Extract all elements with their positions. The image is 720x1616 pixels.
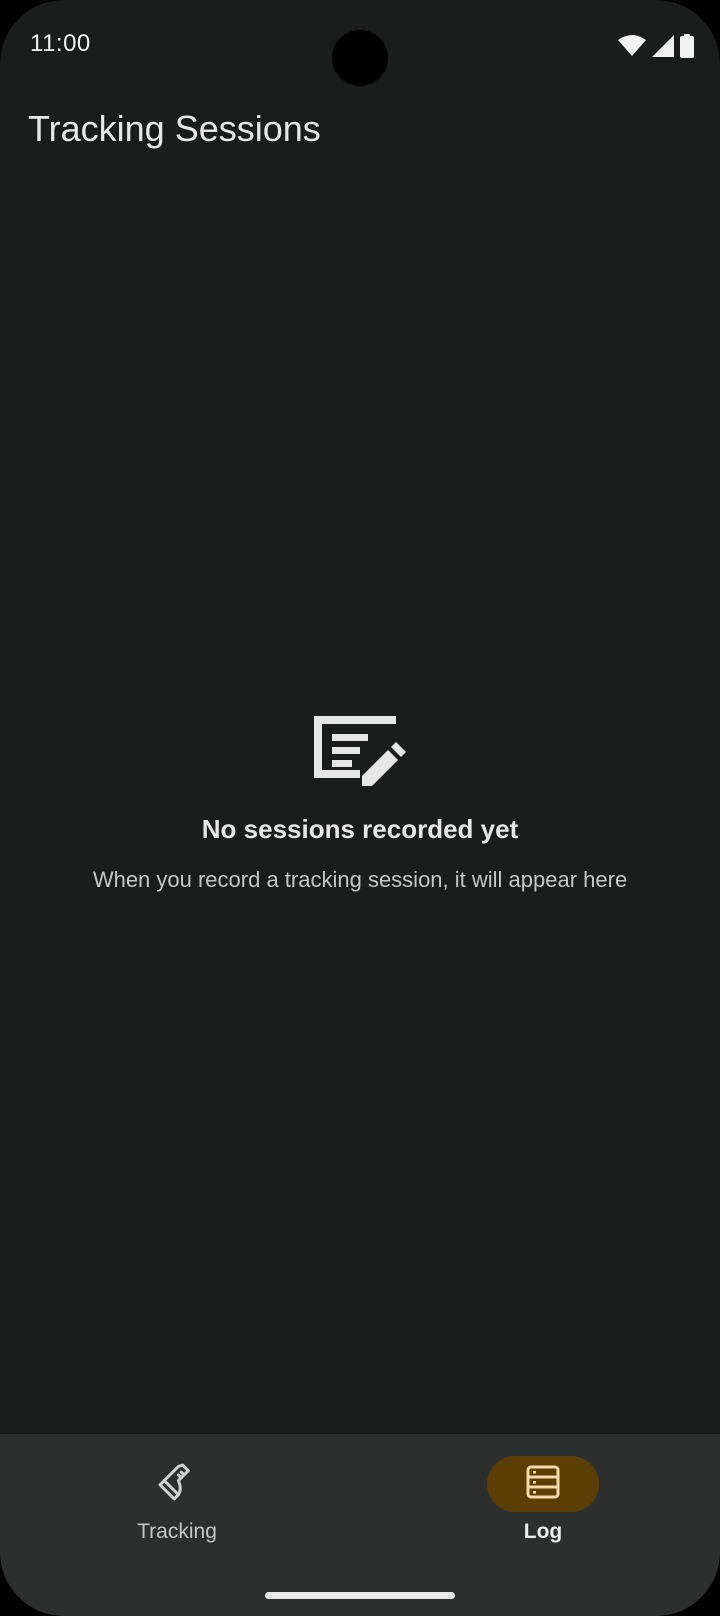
empty-state-title: No sessions recorded yet [201,814,519,844]
empty-state: No sessions recorded yet When you record… [0,714,720,893]
status-bar: 11:00 [0,0,720,92]
nav-item-log[interactable]: Log [443,1456,643,1544]
battery-icon [680,34,694,58]
empty-state-subtitle: When you record a tracking session, it w… [92,867,628,892]
bottom-navigation: Tracking Log [0,1434,720,1616]
status-icons [618,34,694,58]
gesture-handle[interactable] [265,1592,455,1599]
nav-indicator-selected [487,1456,599,1512]
list-log-icon [525,1464,561,1505]
nav-indicator [121,1456,233,1512]
nav-label-log: Log [523,1520,563,1543]
status-time: 11:00 [30,30,91,57]
nav-label-tracking: Tracking [137,1520,217,1543]
edit-note-icon [312,714,408,786]
phone-screen: 11:00 Tracking Sessions No sessions reco… [0,0,720,1616]
nav-item-tracking[interactable]: Tracking [77,1456,277,1544]
page-title: Tracking Sessions [28,108,321,149]
camera-cutout [332,30,388,86]
wifi-icon [618,35,646,57]
cellular-signal-icon [652,35,674,57]
sneaker-icon [157,1462,197,1507]
